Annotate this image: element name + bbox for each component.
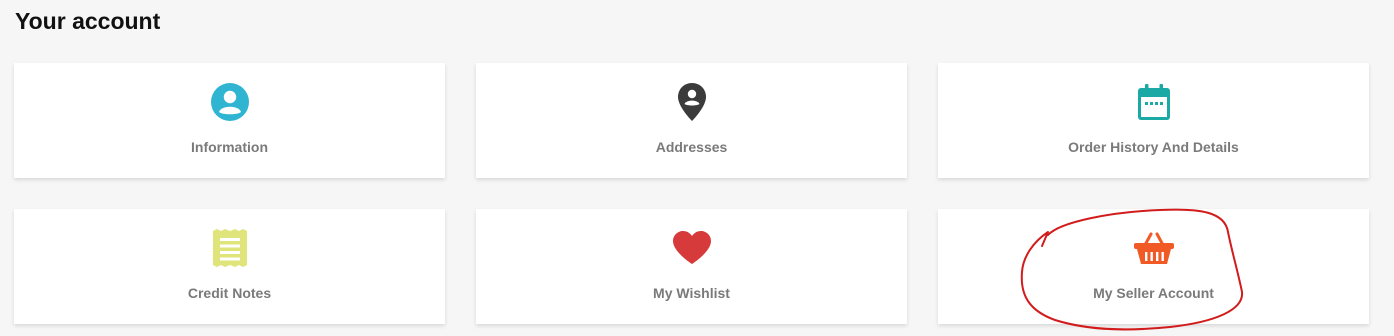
wishlist-card[interactable]: My Wishlist — [476, 209, 907, 324]
seller-account-card[interactable]: My Seller Account — [938, 209, 1369, 324]
wishlist-label: My Wishlist — [653, 285, 730, 301]
page-title: Your account — [15, 8, 161, 34]
location-pin-icon — [672, 82, 712, 122]
order-history-label: Order History And Details — [1068, 139, 1239, 155]
receipt-icon — [210, 228, 250, 268]
calendar-icon — [1134, 82, 1174, 122]
credit-notes-label: Credit Notes — [187, 285, 272, 301]
information-card[interactable]: Information — [14, 63, 445, 178]
heart-icon — [672, 228, 712, 268]
seller-account-label: My Seller Account — [1093, 285, 1214, 301]
credit-notes-card[interactable]: Credit Notes — [14, 209, 445, 324]
addresses-card[interactable]: Addresses — [476, 63, 907, 178]
information-label: Information — [191, 139, 268, 155]
account-page: Your account Information Addresses Order… — [0, 0, 1394, 336]
order-history-card[interactable]: Order History And Details — [938, 63, 1369, 178]
account-circle-icon — [210, 82, 250, 122]
addresses-label: Addresses — [655, 139, 728, 155]
shopping-basket-icon — [1133, 228, 1174, 268]
